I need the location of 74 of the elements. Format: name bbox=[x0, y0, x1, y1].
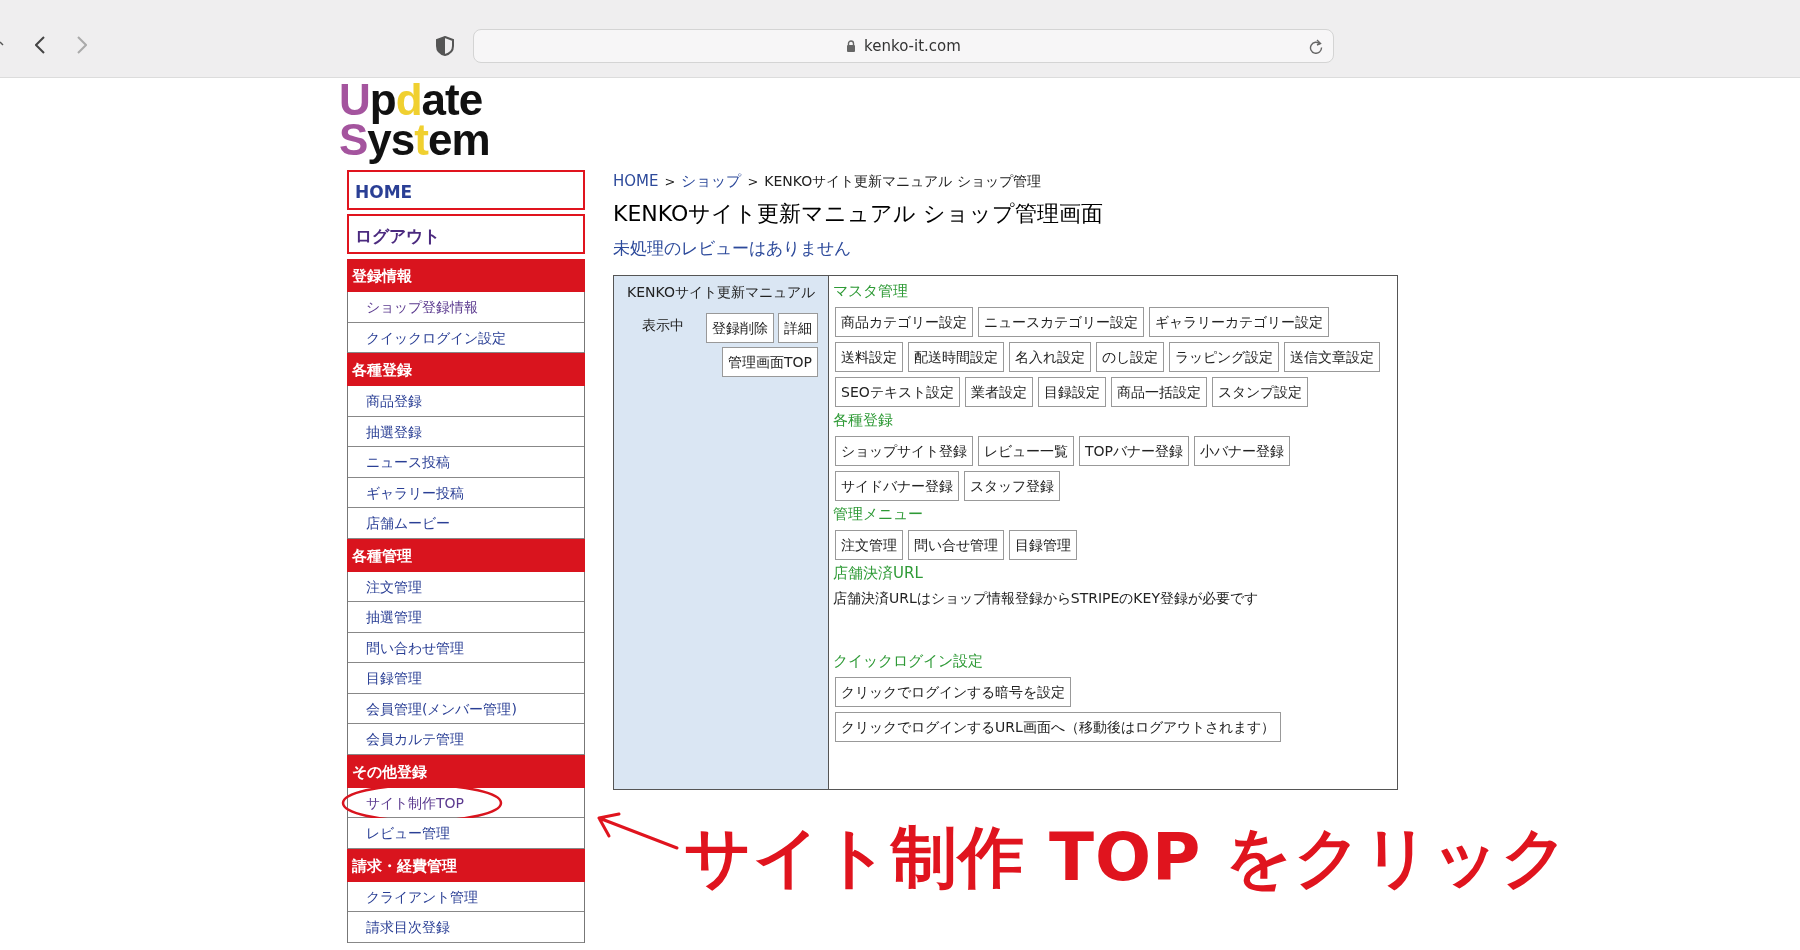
menu-button[interactable]: SEOテキスト設定 bbox=[835, 377, 960, 407]
sidebar-header: 各種登録 bbox=[347, 353, 585, 386]
shield-icon[interactable] bbox=[436, 36, 454, 56]
nav-link[interactable]: HOME bbox=[347, 170, 585, 210]
sidebar-item[interactable]: 店舗ムービー bbox=[366, 513, 450, 534]
shop-name: KENKOサイト更新マニュアル bbox=[626, 283, 816, 302]
sidebar-header: 各種管理 bbox=[347, 538, 585, 572]
sidebar-item[interactable]: クライアント管理 bbox=[366, 886, 478, 908]
breadcrumb-current: KENKOサイト更新マニュアル ショップ管理 bbox=[764, 171, 1041, 191]
menu-button[interactable]: 小バナー登録 bbox=[1194, 436, 1290, 466]
sidebar-item[interactable]: 商品登録 bbox=[366, 391, 422, 412]
menu-button[interactable]: 目録設定 bbox=[1037, 377, 1106, 407]
menu-button[interactable]: スタンプ設定 bbox=[1211, 377, 1308, 407]
menu-button[interactable]: 問い合せ管理 bbox=[908, 530, 1004, 560]
menu-button[interactable]: 注文管理 bbox=[835, 530, 903, 560]
menu-button[interactable]: レビュー一覧 bbox=[978, 436, 1074, 466]
sidebar-header: その他登録 bbox=[347, 754, 585, 788]
menu-button[interactable]: のし設定 bbox=[1096, 342, 1164, 372]
menu-button[interactable]: 送信文章設定 bbox=[1284, 342, 1380, 372]
menu-button[interactable]: クリックでログインする暗号を設定 bbox=[835, 677, 1071, 707]
shop-button[interactable]: 管理画面TOP bbox=[722, 347, 818, 377]
review-notice: 未処理のレビューはありません bbox=[613, 236, 852, 260]
address-bar[interactable]: kenko-it.com bbox=[473, 29, 1334, 63]
menu-button[interactable]: 配送時間設定 bbox=[908, 342, 1004, 372]
menu-button[interactable]: サイドバナー登録 bbox=[835, 471, 959, 501]
section-title: マスタ管理 bbox=[833, 281, 909, 302]
menu-button[interactable]: 送料設定 bbox=[835, 342, 903, 372]
lock-icon bbox=[846, 40, 857, 52]
callout-text: サイト制作 TOP をクリック bbox=[684, 818, 1571, 898]
page-title: KENKOサイト更新マニュアル ショップ管理画面 bbox=[613, 199, 1105, 228]
sidebar-item[interactable]: 問い合わせ管理 bbox=[366, 637, 464, 659]
shop-status: 表示中 bbox=[641, 316, 684, 335]
sidebar-item[interactable]: 会員管理(メンバー管理) bbox=[366, 698, 517, 720]
back-icon[interactable] bbox=[35, 36, 45, 54]
shop-button[interactable]: 詳細 bbox=[778, 313, 818, 343]
nav-link[interactable]: ログアウト bbox=[347, 214, 585, 254]
breadcrumb-separator: > bbox=[747, 172, 759, 191]
sidebar-item[interactable]: 会員カルテ管理 bbox=[366, 729, 464, 750]
section-title: 店舗決済URL bbox=[833, 563, 924, 584]
sidebar-item[interactable]: ショップ登録情報 bbox=[366, 297, 478, 318]
sidebar-item[interactable]: レビュー管理 bbox=[366, 823, 450, 844]
menu-button[interactable]: 名入れ設定 bbox=[1009, 342, 1091, 372]
sidebar-item[interactable]: 抽選登録 bbox=[366, 421, 422, 443]
section-title: クイックログイン設定 bbox=[833, 651, 984, 672]
menu-button[interactable]: TOPバナー登録 bbox=[1079, 436, 1189, 466]
breadcrumb-link[interactable]: ショップ bbox=[681, 170, 742, 193]
reload-icon[interactable] bbox=[1309, 39, 1323, 54]
sidebar-item[interactable]: 目録管理 bbox=[366, 668, 422, 689]
menu-button[interactable]: クリックでログインするURL画面へ（移動後はログアウトされます） bbox=[835, 712, 1281, 742]
section-title: 各種登録 bbox=[833, 410, 894, 431]
menu-button[interactable]: 商品一括設定 bbox=[1110, 377, 1207, 407]
sidebar-item[interactable]: ギャラリー投稿 bbox=[366, 482, 464, 504]
menu-button[interactable]: 目録管理 bbox=[1009, 530, 1077, 560]
sidebar-header: 請求・経費管理 bbox=[347, 848, 585, 882]
shop-button[interactable]: 登録削除 bbox=[706, 313, 774, 343]
menu-button[interactable]: スタッフ登録 bbox=[964, 471, 1060, 501]
section-title: 管理メニュー bbox=[833, 504, 924, 525]
menu-button[interactable]: ギャラリーカテゴリー設定 bbox=[1149, 307, 1329, 337]
url-text: kenko-it.com bbox=[864, 35, 961, 57]
sidebar-item[interactable]: 注文管理 bbox=[366, 576, 422, 598]
menu-button[interactable]: 商品カテゴリー設定 bbox=[835, 307, 973, 337]
menu-button[interactable]: ニュースカテゴリー設定 bbox=[978, 307, 1144, 337]
chevron-icon[interactable] bbox=[0, 41, 5, 47]
sidebar-header: 登録情報 bbox=[347, 259, 585, 292]
menu-button[interactable]: 業者設定 bbox=[964, 377, 1033, 407]
breadcrumb-link[interactable]: HOME bbox=[613, 170, 659, 193]
menu-button[interactable]: ショップサイト登録 bbox=[835, 436, 973, 466]
sidebar-item[interactable]: 請求目次登録 bbox=[366, 917, 450, 938]
note-text: 店舗決済URLはショップ情報登録からSTRIPEのKEY登録が必要です bbox=[833, 589, 1259, 608]
sidebar-item[interactable]: ニュース投稿 bbox=[366, 452, 450, 473]
sidebar-item[interactable]: 抽選管理 bbox=[366, 607, 422, 628]
menu-button[interactable]: ラッピング設定 bbox=[1169, 342, 1279, 372]
sidebar-item[interactable]: クイックログイン設定 bbox=[366, 327, 506, 349]
breadcrumb-separator: > bbox=[664, 172, 676, 191]
